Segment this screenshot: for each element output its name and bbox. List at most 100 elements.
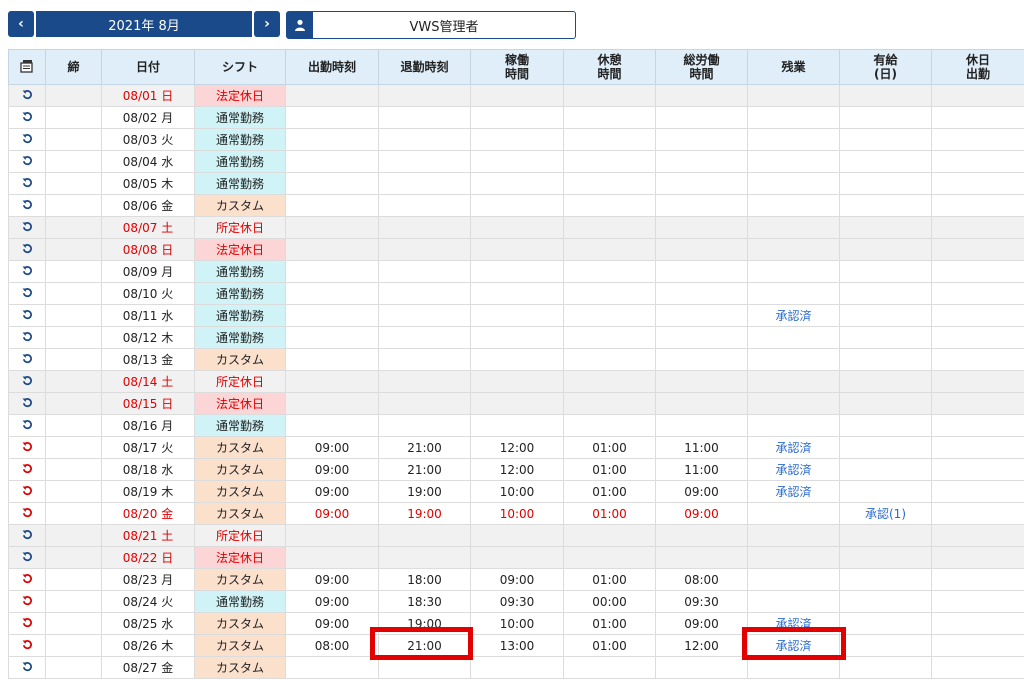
overtime-cell[interactable]: 承認済 — [747, 436, 840, 459]
overtime-cell[interactable]: 承認済 — [747, 458, 840, 481]
paid-leave-cell[interactable]: 承認(1) — [839, 502, 932, 525]
history-icon[interactable] — [22, 177, 33, 191]
history-icon[interactable] — [22, 661, 33, 675]
history-icon[interactable] — [22, 111, 33, 125]
edit-cell[interactable] — [8, 282, 46, 305]
start-time-cell — [285, 194, 379, 217]
shift-cell: 法定休日 — [194, 546, 286, 569]
shift-cell: 通常勤務 — [194, 282, 286, 305]
end-time-cell — [378, 172, 471, 195]
history-icon[interactable] — [22, 529, 33, 543]
edit-cell[interactable] — [8, 194, 46, 217]
date-cell: 08/25 水 — [101, 612, 195, 635]
edit-cell[interactable] — [8, 590, 46, 613]
history-icon[interactable] — [22, 89, 33, 103]
overtime-cell — [747, 348, 840, 371]
break-time-cell — [563, 414, 656, 437]
history-icon[interactable] — [22, 463, 33, 477]
history-icon[interactable] — [22, 397, 33, 411]
edit-cell[interactable] — [8, 260, 46, 283]
history-icon[interactable] — [22, 441, 33, 455]
next-month-button[interactable]: › — [254, 11, 280, 37]
edit-cell[interactable] — [8, 524, 46, 547]
start-time-cell — [285, 546, 379, 569]
history-icon[interactable] — [22, 221, 33, 235]
end-time-cell — [378, 524, 471, 547]
work-time-cell — [470, 106, 564, 129]
break-time-cell: 01:00 — [563, 612, 656, 635]
edit-cell[interactable] — [8, 392, 46, 415]
edit-cell[interactable] — [8, 436, 46, 459]
history-icon[interactable] — [22, 551, 33, 565]
work-time-cell — [470, 304, 564, 327]
date-cell: 08/17 火 — [101, 436, 195, 459]
edit-cell[interactable] — [8, 84, 46, 107]
history-icon[interactable] — [22, 573, 33, 587]
work-time-cell — [470, 282, 564, 305]
close-cell — [45, 634, 102, 657]
edit-cell[interactable] — [8, 326, 46, 349]
history-icon[interactable] — [22, 133, 33, 147]
history-icon[interactable] — [22, 287, 33, 301]
history-icon[interactable] — [22, 617, 33, 631]
edit-cell[interactable] — [8, 370, 46, 393]
history-icon[interactable] — [22, 199, 33, 213]
start-time-cell: 09:00 — [285, 590, 379, 613]
overtime-cell[interactable]: 承認済 — [747, 304, 840, 327]
edit-cell[interactable] — [8, 568, 46, 591]
history-icon[interactable] — [22, 243, 33, 257]
edit-cell[interactable] — [8, 634, 46, 657]
overtime-cell — [747, 414, 840, 437]
overtime-cell[interactable]: 承認済 — [747, 480, 840, 503]
edit-cell[interactable] — [8, 458, 46, 481]
start-time-cell — [285, 216, 379, 239]
date-cell: 08/18 水 — [101, 458, 195, 481]
edit-cell[interactable] — [8, 612, 46, 635]
shift-cell: カスタム — [194, 612, 286, 635]
header-export[interactable] — [8, 49, 46, 85]
history-icon[interactable] — [22, 485, 33, 499]
export-icon[interactable] — [19, 58, 35, 74]
overtime-cell — [747, 150, 840, 173]
edit-cell[interactable] — [8, 304, 46, 327]
work-time-cell: 12:00 — [470, 458, 564, 481]
edit-cell[interactable] — [8, 106, 46, 129]
edit-cell[interactable] — [8, 480, 46, 503]
history-icon[interactable] — [22, 353, 33, 367]
overtime-cell — [747, 106, 840, 129]
edit-cell[interactable] — [8, 502, 46, 525]
edit-cell[interactable] — [8, 546, 46, 569]
holiday-work-cell — [931, 326, 1024, 349]
holiday-work-cell — [931, 634, 1024, 657]
break-time-cell — [563, 348, 656, 371]
history-icon[interactable] — [22, 419, 33, 433]
end-time-cell — [378, 546, 471, 569]
history-icon[interactable] — [22, 507, 33, 521]
edit-cell[interactable] — [8, 348, 46, 371]
history-icon[interactable] — [22, 265, 33, 279]
user-selector[interactable]: VWS管理者 — [286, 11, 576, 39]
history-icon[interactable] — [22, 375, 33, 389]
total-time-cell — [655, 282, 748, 305]
shift-cell: カスタム — [194, 568, 286, 591]
total-time-cell — [655, 84, 748, 107]
paid-leave-cell — [839, 84, 932, 107]
edit-cell[interactable] — [8, 216, 46, 239]
history-icon[interactable] — [22, 595, 33, 609]
edit-cell[interactable] — [8, 414, 46, 437]
prev-month-button[interactable]: ‹ — [8, 11, 34, 37]
work-time-cell — [470, 370, 564, 393]
end-time-cell — [378, 216, 471, 239]
edit-cell[interactable] — [8, 128, 46, 151]
date-cell: 08/11 水 — [101, 304, 195, 327]
history-icon[interactable] — [22, 155, 33, 169]
history-icon[interactable] — [22, 331, 33, 345]
edit-cell[interactable] — [8, 172, 46, 195]
paid-leave-cell — [839, 106, 932, 129]
edit-cell[interactable] — [8, 238, 46, 261]
history-icon[interactable] — [22, 309, 33, 323]
edit-cell[interactable] — [8, 656, 46, 679]
total-time-cell — [655, 238, 748, 261]
history-icon[interactable] — [22, 639, 33, 653]
edit-cell[interactable] — [8, 150, 46, 173]
